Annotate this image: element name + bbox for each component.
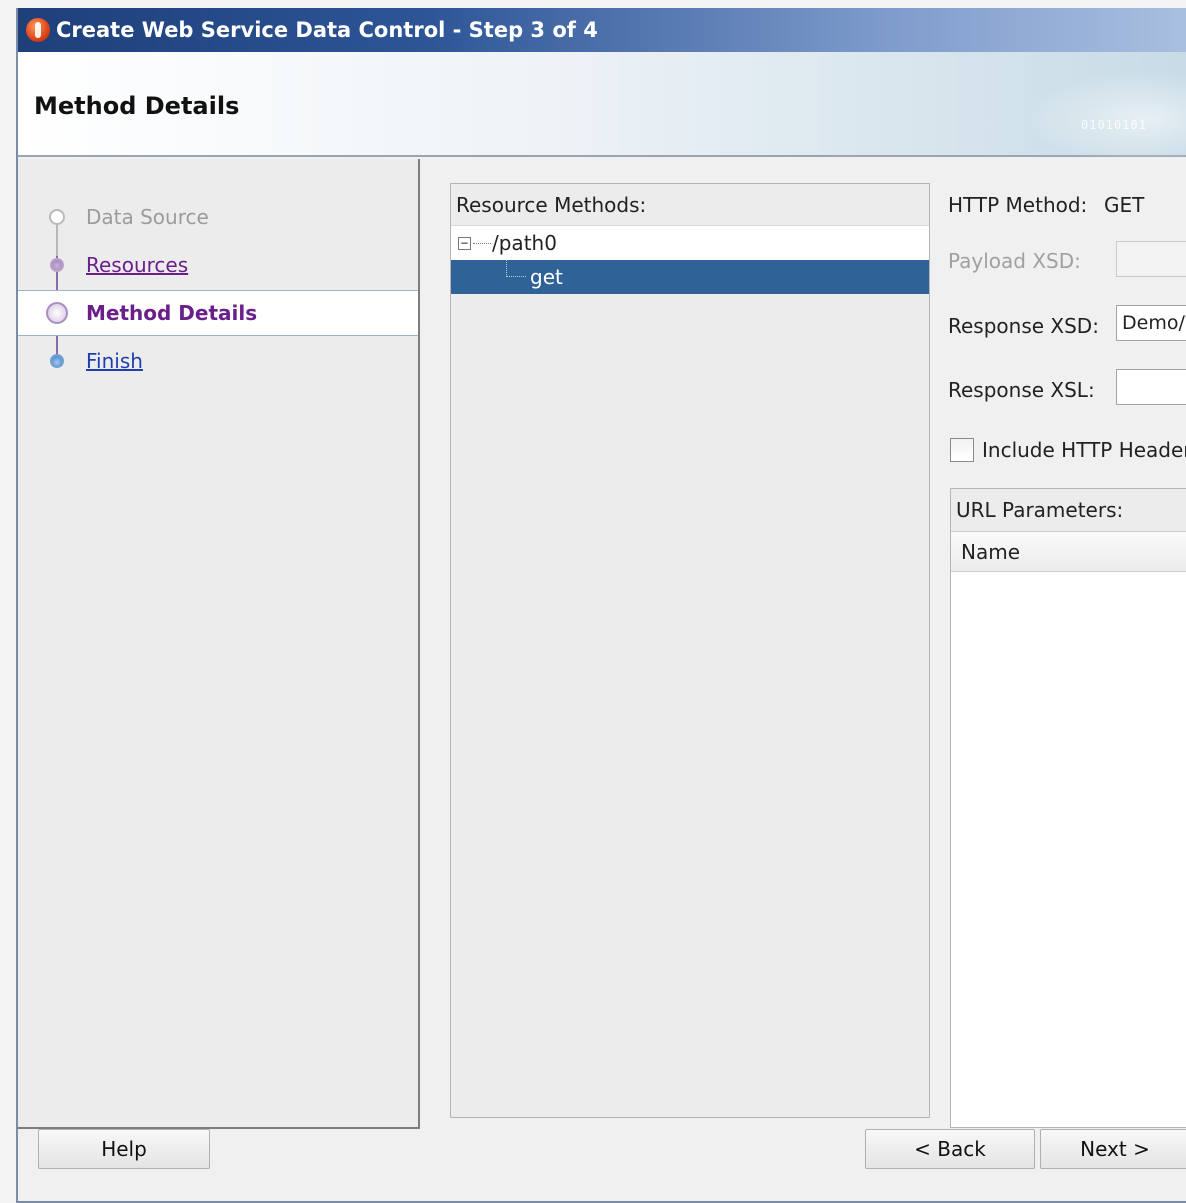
step-resources[interactable]: Resources bbox=[18, 242, 418, 288]
http-method-label: HTTP Method: bbox=[948, 193, 1088, 217]
url-parameters-panel: URL Parameters: Name bbox=[950, 488, 1186, 1128]
payload-xsd-input bbox=[1116, 241, 1186, 277]
window-title: Create Web Service Data Control - Step 3… bbox=[56, 18, 598, 42]
collapse-icon[interactable]: − bbox=[458, 236, 471, 250]
step-indicator-icon bbox=[49, 209, 65, 225]
include-http-header-label[interactable]: Include HTTP Header bbox=[982, 438, 1186, 462]
next-button[interactable]: Next > bbox=[1040, 1129, 1186, 1169]
help-button[interactable]: Help bbox=[38, 1129, 210, 1169]
screen-left-margin bbox=[0, 0, 16, 1203]
response-xsd-label: Response XSD: bbox=[948, 314, 1099, 338]
tree-connector bbox=[506, 260, 526, 277]
resource-methods-panel: Resource Methods: − /path0 get bbox=[450, 183, 930, 1118]
step-label[interactable]: Resources bbox=[86, 253, 188, 277]
response-xsl-label: Response XSL: bbox=[948, 378, 1095, 402]
wizard-dialog: Create Web Service Data Control - Step 3… bbox=[16, 8, 1186, 1203]
url-parameters-title: URL Parameters: bbox=[956, 498, 1124, 522]
step-label[interactable]: Finish bbox=[86, 349, 143, 373]
header-decoration: 01010101 bbox=[1006, 62, 1186, 157]
step-data-source: Data Source bbox=[18, 194, 418, 240]
wizard-header: Method Details 01010101 bbox=[18, 52, 1186, 157]
tree-node-label: get bbox=[530, 265, 563, 289]
tree-node-label: /path0 bbox=[492, 231, 557, 255]
header-binary-text: 01010101 bbox=[1081, 118, 1147, 132]
step-indicator-icon bbox=[50, 258, 64, 272]
step-indicator-icon bbox=[50, 354, 64, 368]
wizard-steps-panel: Data Source Resources Method Details Fin… bbox=[18, 159, 420, 1129]
oracle-app-icon bbox=[26, 18, 50, 42]
column-header-name[interactable]: Name bbox=[951, 532, 1186, 572]
payload-xsd-label: Payload XSD: bbox=[948, 249, 1081, 273]
step-finish[interactable]: Finish bbox=[18, 338, 418, 384]
title-bar[interactable]: Create Web Service Data Control - Step 3… bbox=[18, 8, 1186, 52]
method-details-form: HTTP Method: GET Payload XSD: Response X… bbox=[948, 183, 1186, 1133]
step-indicator-icon bbox=[46, 302, 68, 324]
url-parameters-table[interactable]: Name bbox=[951, 531, 1186, 1127]
tree-node-get[interactable]: get bbox=[451, 260, 929, 294]
page-title: Method Details bbox=[34, 92, 240, 120]
step-label: Data Source bbox=[86, 205, 209, 229]
tree-connector bbox=[473, 243, 491, 244]
resource-methods-title: Resource Methods: bbox=[451, 184, 929, 226]
screen-top-margin bbox=[0, 0, 1186, 8]
response-xsl-input[interactable] bbox=[1116, 369, 1186, 405]
back-button[interactable]: < Back bbox=[865, 1129, 1035, 1169]
step-method-details: Method Details bbox=[18, 290, 418, 336]
step-label: Method Details bbox=[86, 301, 258, 325]
response-xsd-input[interactable] bbox=[1116, 305, 1186, 341]
http-method-value: GET bbox=[1104, 193, 1145, 217]
tree-node-path0[interactable]: − /path0 bbox=[451, 226, 929, 260]
include-http-header-checkbox[interactable] bbox=[950, 438, 974, 462]
